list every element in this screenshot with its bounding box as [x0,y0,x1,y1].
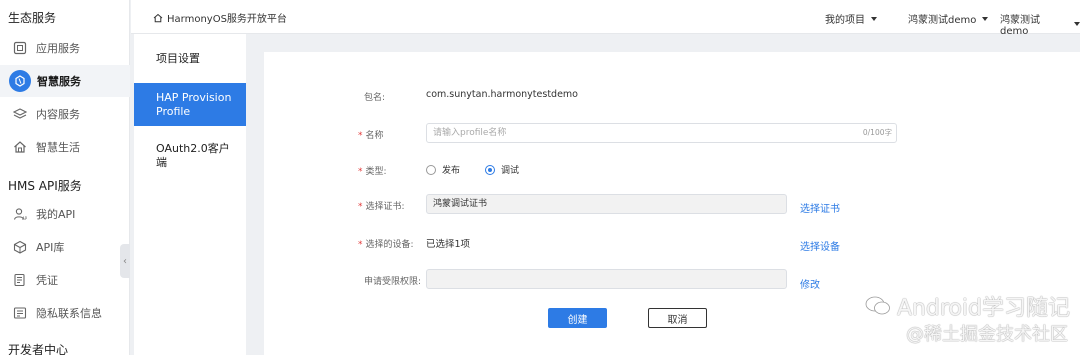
caret-down-icon [871,16,877,21]
cancel-button[interactable]: 取消 [648,308,707,328]
sidebar-item-label: 智慧服务 [37,75,81,88]
required-mark: * [358,131,363,141]
sidebar-item-app-service[interactable]: 应用服务 [0,32,130,64]
dropdown-label: 鸿蒙测试demo [1000,15,1040,37]
sidebar-item-label: 凭证 [36,274,58,287]
left-sidebar: 生态服务 应用服务 智慧服务 内容服务 智慧生活 HMS API服务 API 我… [0,0,130,355]
sidebar-item-label: 应用服务 [36,42,80,55]
radio-checked-icon [485,164,495,175]
radio-label: 发布 [442,166,461,176]
name-char-counter: 0/100字 [862,128,892,137]
profile-name-input[interactable]: 请输入profile名称 0/100字 [426,123,897,143]
sidebar-item-credential[interactable]: 凭证 [0,264,130,296]
sidebar-item-my-api[interactable]: API 我的API [0,198,130,230]
layers-icon [12,106,28,122]
brand-title: HarmonyOS服务开放平台 [167,14,287,25]
sidebar-item-content-service[interactable]: 内容服务 [0,98,130,130]
credential-icon [12,272,28,288]
type-label: * 类型: [358,164,387,177]
svg-text:API: API [22,216,27,221]
watermark-line2: @稀土掘金技术社区 [906,324,1068,345]
watermark-text: Android学习随记 [896,296,1070,321]
settings-tab-list: 项目设置 HAP Provision Profile OAuth2.0客户端 [134,34,246,355]
home-icon [153,13,163,23]
sidebar-item-label: 隐私联系信息 [36,307,102,320]
required-mark: * [358,240,363,250]
select-cert-link[interactable]: 选择证书 [800,200,840,215]
package-value: com.sunytan.harmonytestdemo [426,89,578,100]
modify-perm-link[interactable]: 修改 [800,276,820,291]
dropdown-label: 鸿蒙测试demo [908,15,977,26]
tab-oauth-client[interactable]: OAuth2.0客户端 [134,142,246,170]
sidebar-item-api-library[interactable]: API库 [0,231,130,263]
cube-icon [12,239,28,255]
radio-label: 调试 [501,166,520,176]
create-button[interactable]: 创建 [548,308,607,328]
sidebar-collapse-handle[interactable]: ‹ [120,244,130,278]
sidebar-item-privacy[interactable]: 隐私联系信息 [0,297,130,329]
app-dropdown[interactable]: 鸿蒙测试demo [1000,11,1080,37]
sidebar-item-smart-service[interactable]: 智慧服务 [0,65,130,97]
type-label-text: 类型: [365,167,387,177]
sidebar-section-eco: 生态服务 [8,11,57,25]
tab-project-settings[interactable]: 项目设置 [134,52,246,66]
device-label: * 选择的设备: [358,237,414,250]
user-api-icon: API [12,206,28,222]
wechat-icon [865,295,891,317]
name-label-text: 名称 [365,131,384,141]
tab-hap-provision-profile[interactable]: HAP Provision Profile [134,83,246,126]
sidebar-item-smart-life[interactable]: 智慧生活 [0,131,130,163]
top-header: HarmonyOS服务开放平台 我的项目 鸿蒙测试demo 鸿蒙测试demo [131,0,1080,37]
app-icon [12,40,28,56]
device-label-text: 选择的设备: [365,240,414,250]
caret-down-icon [1074,22,1080,26]
name-label: * 名称 [358,128,384,141]
perm-field [426,269,787,289]
radio-circle-icon [426,164,436,175]
cert-label-text: 选择证书: [365,202,405,212]
select-device-link[interactable]: 选择设备 [800,238,840,253]
sidebar-section-hms: HMS API服务 [8,179,82,193]
type-debug-radio[interactable]: 调试 [485,163,519,176]
dropdown-label: 我的项目 [825,15,865,26]
project-dropdown[interactable]: 鸿蒙测试demo [908,11,989,26]
smart-service-icon [9,70,31,92]
brand[interactable]: HarmonyOS服务开放平台 [153,10,287,25]
sidebar-section-dev-center: 开发者中心 [8,343,69,355]
sidebar-item-label: 智慧生活 [36,141,80,154]
sidebar-item-label: 内容服务 [36,108,80,121]
caret-down-icon [982,16,989,21]
cert-field: 鸿蒙调试证书 [426,194,787,214]
package-label: 包名: [364,93,386,103]
cert-label: * 选择证书: [358,199,405,212]
chevron-left-icon: ‹ [123,255,127,267]
required-mark: * [358,202,363,212]
watermark-line1: Android学习随记 [865,290,1070,322]
device-value: 已选择1项 [426,239,471,250]
home-icon [12,139,28,155]
name-placeholder: 请输入profile名称 [433,128,507,138]
required-mark: * [358,167,363,177]
type-release-radio[interactable]: 发布 [426,163,460,176]
cert-value: 鸿蒙调试证书 [433,199,488,209]
sidebar-item-label: API库 [36,241,65,254]
sidebar-item-label: 我的API [36,208,76,221]
my-projects-dropdown[interactable]: 我的项目 [825,11,877,26]
perm-label: 申请受限权限: [364,277,422,287]
privacy-icon [12,305,28,321]
